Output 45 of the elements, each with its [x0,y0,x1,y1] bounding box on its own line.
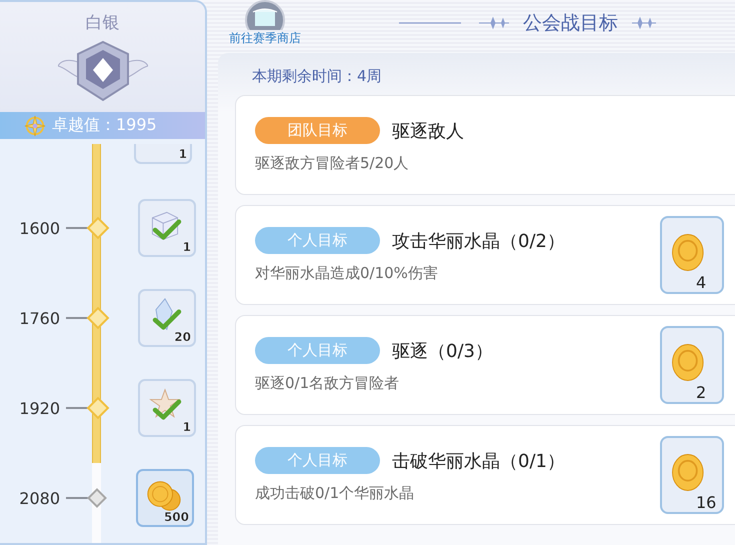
milestone-score: 2080 [18,488,60,508]
moon-ornament-icon [399,15,509,31]
reward-item[interactable]: 1 [138,379,196,437]
reward-count: 500 [164,510,189,524]
reward-count: 2 [696,383,706,402]
reward-count: 1 [182,240,191,254]
goal-description: 对华丽水晶造成0/10%伤害 [255,264,439,283]
milestone-score: 1600 [18,218,60,238]
goal-title: 攻击华丽水晶（0/2） [392,230,565,252]
goal-tag: 团队目标 [255,117,380,144]
reward-count: 20 [174,330,191,344]
goal-title: 驱逐敌人 [392,120,464,142]
reward-count: 1 [182,420,191,434]
goal-description: 驱逐敌方冒险者5/20人 [255,154,410,173]
reward-item[interactable]: 500 [136,469,194,527]
reward-count: 4 [696,273,706,292]
goal-tag: 个人目标 [255,447,380,474]
checkmark-icon [152,219,182,241]
goal-title: 驱逐（0/3） [392,340,493,362]
checkmark-icon [152,309,182,331]
compass-star-icon [24,114,46,137]
reward-item[interactable]: 20 [138,289,196,347]
goal-description: 成功击破0/1个华丽水晶 [255,484,416,503]
score-label: 卓越值：1995 [52,115,157,136]
goal-tag: 个人目标 [255,337,380,364]
winged-shield-icon [58,40,148,104]
reward-item[interactable]: 4 [660,216,724,294]
reward-item[interactable]: 1 [134,144,192,164]
reward-item[interactable]: 16 [660,436,724,514]
shop-link[interactable]: 前往赛季商店 [229,0,301,47]
goal-tag: 个人目标 [255,227,380,254]
time-remaining: 本期剩余时间：4周 [252,67,383,86]
goal-description: 驱逐0/1名敌方冒险者 [255,374,400,393]
page-title: 公会战目标 [523,11,618,36]
reward-count: 1 [178,147,187,161]
reward-item[interactable]: 1 [138,199,196,257]
reward-count: 16 [696,493,716,512]
checkmark-icon [152,399,182,421]
milestone-score: 1920 [18,398,60,418]
sparkle-ornament-icon [632,15,656,31]
rank-title: 白银 [86,12,120,34]
milestone-score: 1760 [18,308,60,328]
shop-stall-icon [245,0,285,30]
goal-title: 击破华丽水晶（0/1） [392,450,565,472]
reward-item[interactable]: 2 [660,326,724,404]
